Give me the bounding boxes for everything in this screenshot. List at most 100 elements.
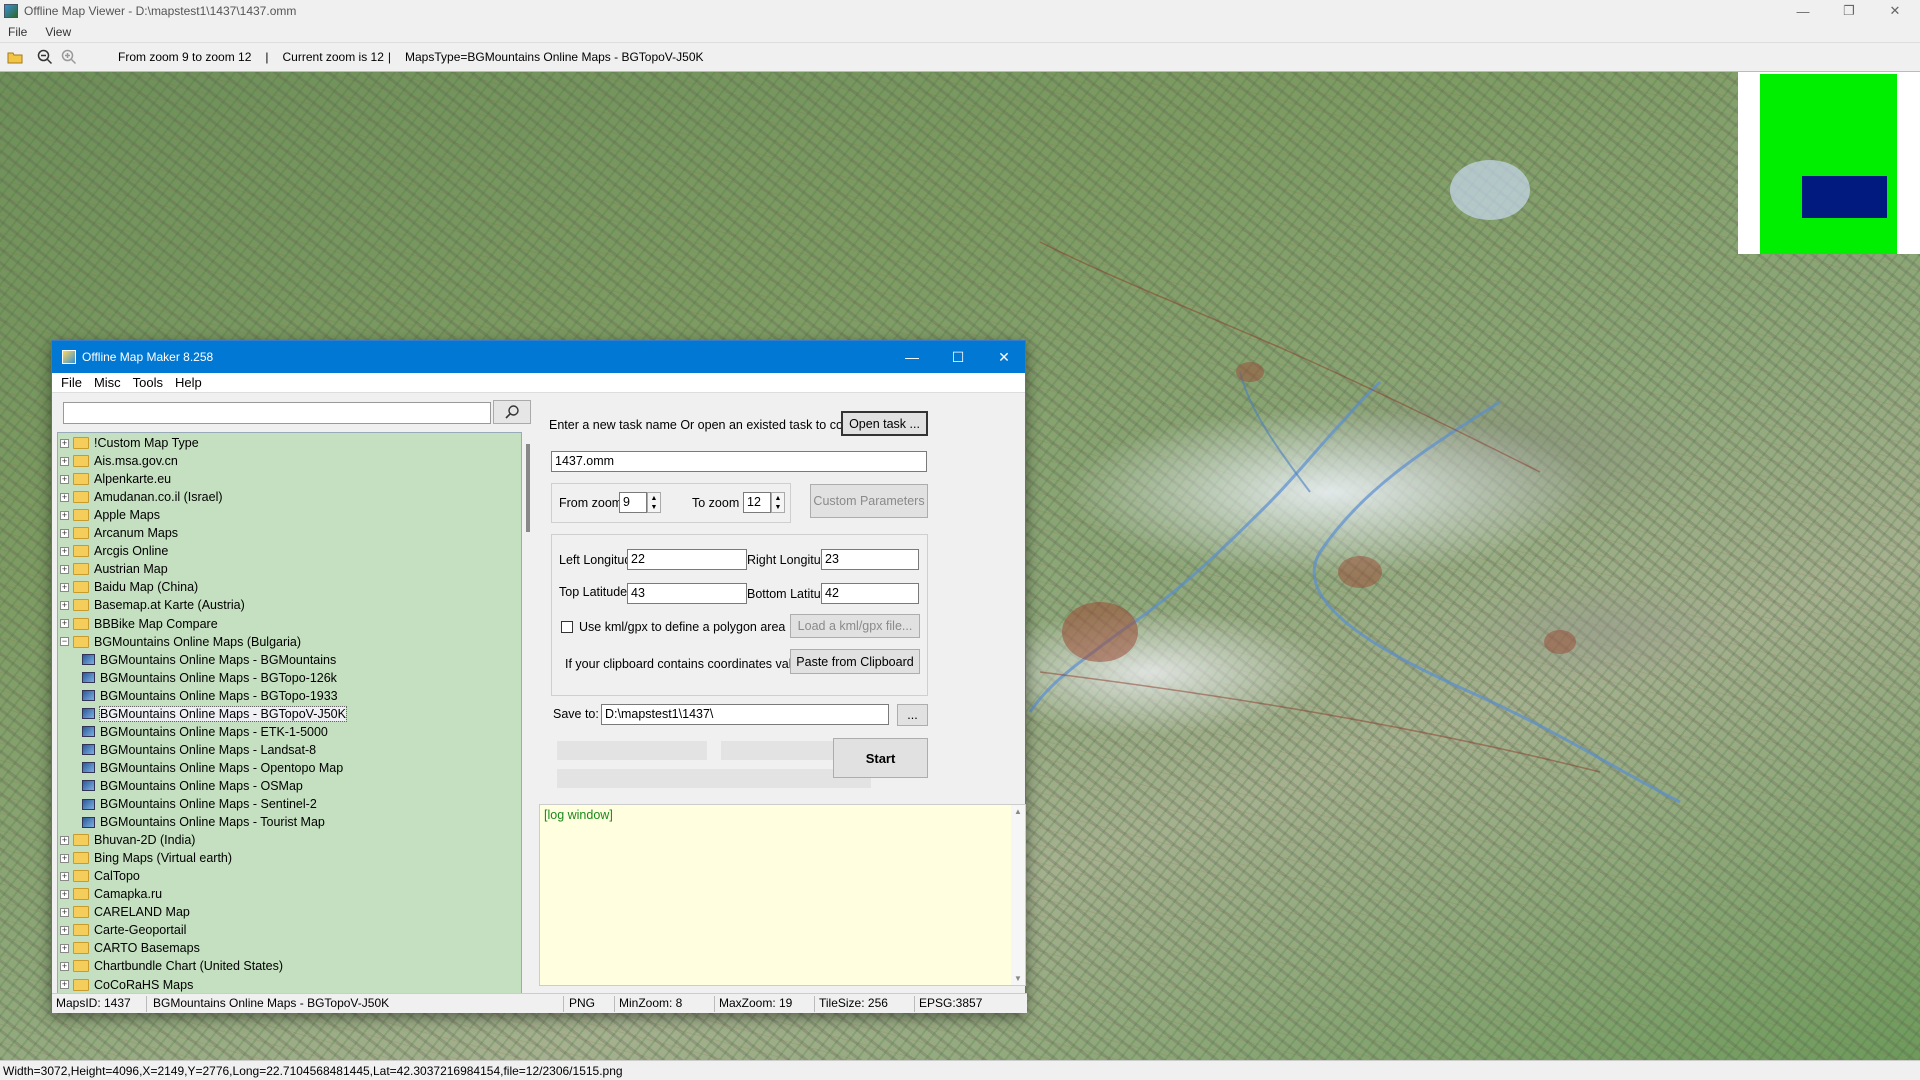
load-kml-button[interactable]: Load a kml/gpx file... (790, 614, 920, 638)
log-scrollbar[interactable]: ▲ ▼ (1011, 805, 1025, 985)
scroll-up-icon[interactable]: ▲ (1011, 807, 1025, 816)
map-provider-folder[interactable]: + Alpenkarte.eu (60, 470, 171, 488)
dialog-menu-misc[interactable]: Misc (94, 375, 121, 390)
map-type-item[interactable]: BGMountains Online Maps - BGTopo-126k (82, 669, 337, 687)
expand-icon[interactable]: + (60, 546, 69, 556)
dialog-minimize-button[interactable]: — (889, 341, 935, 373)
expand-icon[interactable]: + (60, 961, 69, 971)
restore-button[interactable]: ❐ (1826, 0, 1872, 22)
close-button[interactable]: ✕ (1872, 0, 1918, 22)
map-provider-folder[interactable]: + Bhuvan-2D (India) (60, 831, 195, 849)
start-button[interactable]: Start (833, 738, 928, 778)
map-type-item[interactable]: BGMountains Online Maps - BGTopo-1933 (82, 687, 338, 705)
minimap-viewport[interactable] (1802, 176, 1887, 218)
map-type-item[interactable]: BGMountains Online Maps - Tourist Map (82, 813, 325, 831)
map-provider-folder[interactable]: + Amudanan.co.il (Israel) (60, 488, 223, 506)
task-name-input[interactable]: 1437.omm (551, 451, 927, 472)
bottom-latitude-input[interactable]: 42 (821, 583, 919, 604)
scroll-down-icon[interactable]: ▼ (1011, 974, 1025, 983)
zoom-in-icon[interactable] (60, 48, 78, 66)
map-provider-folder[interactable]: + BBBike Map Compare (60, 615, 218, 633)
expand-icon[interactable]: + (60, 600, 69, 610)
from-zoom-input[interactable]: 9 (619, 492, 647, 513)
map-type-item[interactable]: BGMountains Online Maps - ETK-1-5000 (82, 723, 328, 741)
expand-icon[interactable]: + (60, 980, 69, 989)
map-icon (82, 816, 95, 828)
map-provider-folder[interactable]: + Chartbundle Chart (United States) (60, 957, 283, 975)
map-provider-folder[interactable]: + Basemap.at Karte (Austria) (60, 596, 245, 614)
map-type-item[interactable]: BGMountains Online Maps - BGMountains (82, 651, 336, 669)
paste-from-clipboard-button[interactable]: Paste from Clipboard (790, 649, 920, 674)
expand-icon[interactable]: + (60, 474, 69, 484)
map-icon (82, 672, 95, 684)
dialog-maximize-button[interactable]: ☐ (935, 341, 981, 373)
map-icon (82, 690, 95, 702)
map-provider-folder[interactable]: + Bing Maps (Virtual earth) (60, 849, 232, 867)
map-type-item[interactable]: BGMountains Online Maps - Sentinel-2 (82, 795, 317, 813)
map-type-item[interactable]: BGMountains Online Maps - BGTopoV-J50K (82, 705, 347, 723)
search-button[interactable] (493, 400, 531, 424)
map-provider-folder[interactable]: + Arcgis Online (60, 542, 168, 560)
to-zoom-spinner[interactable]: ▲ ▼ (771, 492, 785, 513)
log-window[interactable]: [log window] ▲ ▼ (539, 804, 1026, 986)
map-provider-folder[interactable]: + Austrian Map (60, 560, 168, 578)
map-provider-folder[interactable]: + CoCoRaHS Maps (60, 976, 193, 994)
map-provider-folder[interactable]: + CARELAND Map (60, 903, 190, 921)
zoom-out-icon[interactable] (36, 48, 54, 66)
left-longitude-input[interactable]: 22 (627, 549, 747, 570)
to-zoom-input[interactable]: 12 (743, 492, 771, 513)
expand-icon[interactable]: + (60, 582, 69, 592)
map-type-item[interactable]: BGMountains Online Maps - Landsat-8 (82, 741, 316, 759)
top-latitude-input[interactable]: 43 (627, 583, 747, 604)
expand-icon[interactable]: + (60, 925, 69, 935)
tree-scrollbar[interactable] (522, 432, 536, 994)
expand-icon[interactable]: + (60, 438, 69, 448)
right-longitude-input[interactable]: 23 (821, 549, 919, 570)
menu-file[interactable]: File (8, 25, 27, 39)
map-type-item[interactable]: BGMountains Online Maps - OSMap (82, 777, 303, 795)
expand-icon[interactable]: + (60, 907, 69, 917)
expand-icon[interactable]: + (60, 889, 69, 899)
tree-item-label: Apple Maps (94, 508, 161, 523)
map-provider-folder[interactable]: + Carte-Geoportail (60, 921, 186, 939)
overview-minimap[interactable] (1738, 72, 1920, 254)
map-provider-folder[interactable]: + !Custom Map Type (60, 434, 199, 452)
collapse-icon[interactable]: − (60, 637, 69, 647)
expand-icon[interactable]: + (60, 510, 69, 520)
map-provider-folder[interactable]: + Camapka.ru (60, 885, 162, 903)
map-type-tree[interactable]: + !Custom Map Type + Ais.msa.gov.cn + Alpenka… (57, 432, 522, 994)
minimize-button[interactable]: — (1780, 0, 1826, 22)
map-provider-folder[interactable]: + Apple Maps (60, 506, 160, 524)
expand-icon[interactable]: + (60, 456, 69, 466)
save-path-input[interactable]: D:\mapstest1\1437\ (601, 704, 889, 725)
dialog-menu-help[interactable]: Help (175, 375, 202, 390)
map-provider-folder[interactable]: + CARTO Basemaps (60, 939, 200, 957)
map-provider-folder[interactable]: − BGMountains Online Maps (Bulgaria) (60, 633, 301, 651)
dialog-close-button[interactable]: ✕ (981, 341, 1027, 373)
scrollbar-thumb[interactable] (526, 444, 530, 532)
expand-icon[interactable]: + (60, 564, 69, 574)
dialog-menu-file[interactable]: File (61, 375, 82, 390)
map-search-input[interactable] (63, 402, 491, 424)
open-folder-icon[interactable] (6, 48, 24, 66)
map-provider-folder[interactable]: + Arcanum Maps (60, 524, 178, 542)
expand-icon[interactable]: + (60, 943, 69, 953)
expand-icon[interactable]: + (60, 871, 69, 881)
map-provider-folder[interactable]: + CalTopo (60, 867, 140, 885)
map-type-item[interactable]: BGMountains Online Maps - Opentopo Map (82, 759, 343, 777)
map-provider-folder[interactable]: + Ais.msa.gov.cn (60, 452, 178, 470)
expand-icon[interactable]: + (60, 528, 69, 538)
expand-icon[interactable]: + (60, 853, 69, 863)
expand-icon[interactable]: + (60, 835, 69, 845)
browse-button[interactable]: ... (897, 704, 928, 726)
map-provider-folder[interactable]: + Baidu Map (China) (60, 578, 198, 596)
dialog-menu-tools[interactable]: Tools (133, 375, 163, 390)
tree-item-label: Baidu Map (China) (94, 580, 199, 595)
custom-parameters-button[interactable]: Custom Parameters (810, 484, 928, 518)
expand-icon[interactable]: + (60, 492, 69, 502)
expand-icon[interactable]: + (60, 619, 69, 628)
kml-checkbox[interactable] (561, 621, 573, 633)
menu-view[interactable]: View (45, 25, 71, 39)
from-zoom-spinner[interactable]: ▲ ▼ (647, 492, 661, 513)
open-task-button[interactable]: Open task ... (841, 411, 928, 436)
